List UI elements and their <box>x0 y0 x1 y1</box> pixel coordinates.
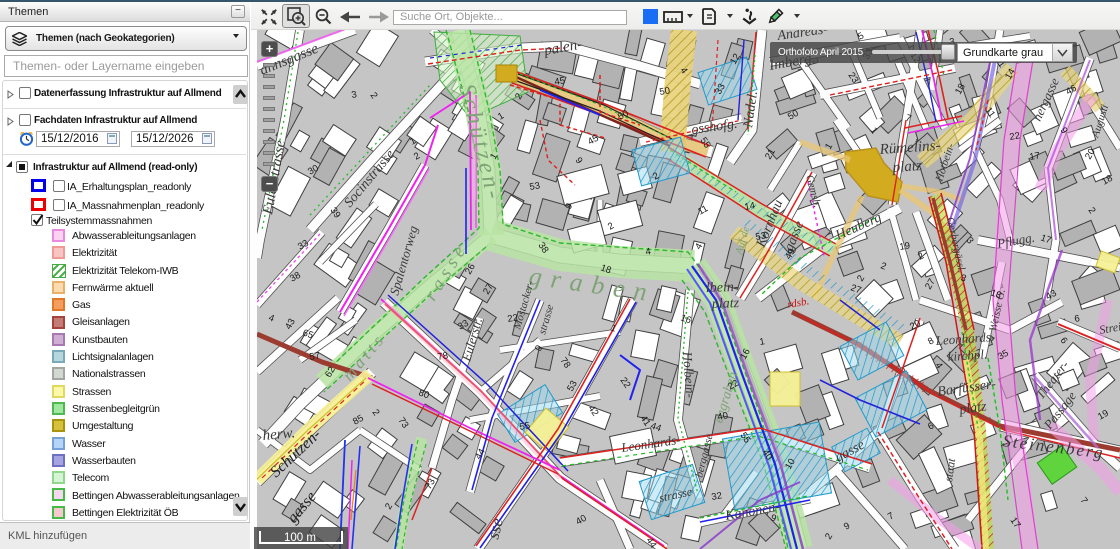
svg-text:lbein-: lbein- <box>706 280 739 296</box>
svg-text:22: 22 <box>507 312 519 325</box>
svg-text:platz: platz <box>711 296 740 312</box>
svg-text:57: 57 <box>309 350 321 363</box>
svg-text:32: 32 <box>711 490 723 503</box>
svg-text:14: 14 <box>744 200 756 213</box>
svg-text:17: 17 <box>1029 150 1041 163</box>
svg-text:50: 50 <box>659 85 671 98</box>
svg-text:78: 78 <box>437 350 449 363</box>
svg-text:55: 55 <box>519 420 531 433</box>
svg-text:herw.: herw. <box>262 425 296 444</box>
svg-text:45: 45 <box>554 75 566 88</box>
svg-text:19: 19 <box>899 240 911 253</box>
svg-text:40: 40 <box>717 410 729 423</box>
svg-text:kirchpl.: kirchpl. <box>947 346 988 364</box>
svg-text:53: 53 <box>529 180 541 193</box>
svg-text:22: 22 <box>1009 130 1021 143</box>
svg-text:53: 53 <box>755 230 767 243</box>
svg-text:platz: platz <box>891 158 922 176</box>
